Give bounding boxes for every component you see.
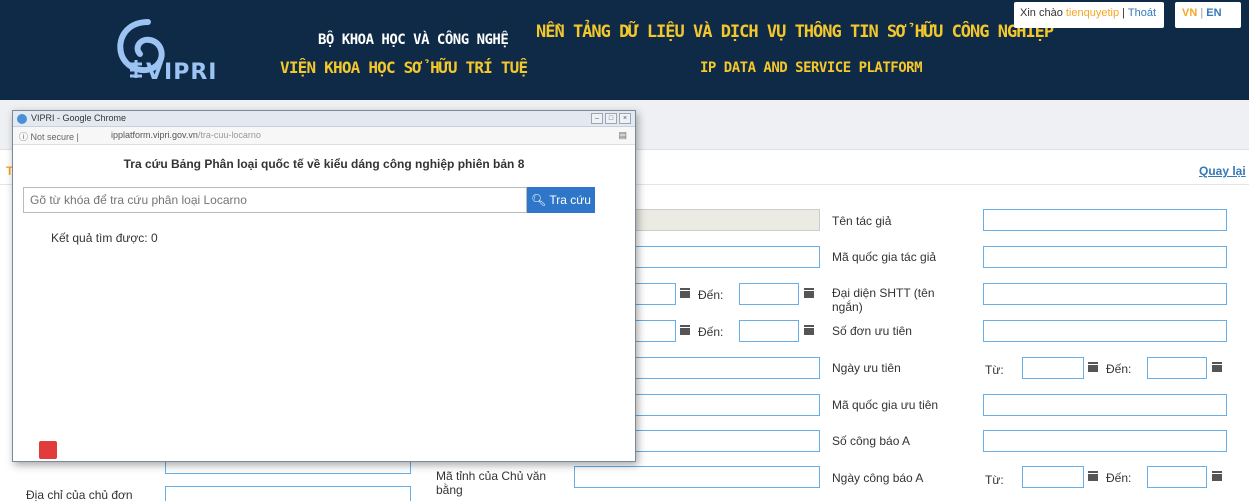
- den-label: Đến:: [698, 325, 724, 339]
- author-country-label: Mã quốc gia tác giả: [832, 250, 937, 264]
- middle-field-5[interactable]: [620, 430, 820, 452]
- author-name-input[interactable]: [983, 209, 1227, 231]
- middle-field-3[interactable]: [620, 357, 820, 379]
- calendar-icon[interactable]: [1212, 362, 1222, 372]
- owner-province-label: Mã tỉnh của Chủ văn bằng: [436, 469, 547, 497]
- popup-titlebar[interactable]: VIPRI - Google Chrome – □ ×: [13, 111, 635, 127]
- lang-en-link[interactable]: EN: [1206, 7, 1221, 19]
- close-button[interactable]: ×: [619, 113, 631, 124]
- den-label: Đến:: [1106, 471, 1132, 485]
- middle-field-2[interactable]: [620, 246, 820, 268]
- search-button[interactable]: 🔍︎ Tra cứu: [527, 187, 595, 213]
- calendar-icon[interactable]: [804, 288, 814, 298]
- owner-province-input[interactable]: [574, 466, 820, 488]
- calendar-icon[interactable]: [804, 325, 814, 335]
- calendar-icon[interactable]: [1088, 362, 1098, 372]
- not-secure-indicator[interactable]: ⓘ Not secure |: [19, 130, 79, 143]
- search-icon: 🔍︎: [531, 193, 547, 207]
- user-greeting: Xin chào tienquyetip | Thoát: [1014, 2, 1164, 28]
- lang-separator: |: [1200, 7, 1204, 19]
- priority-date-to[interactable]: [1147, 357, 1207, 379]
- lang-vn-link[interactable]: VN: [1182, 7, 1197, 19]
- tu-label: Từ:: [985, 363, 1004, 377]
- address-bar[interactable]: ⓘ Not secure | ipplatform.vipri.gov.vn/t…: [13, 127, 635, 145]
- language-switcher: VN | EN: [1175, 2, 1241, 28]
- calendar-icon[interactable]: [1212, 471, 1222, 481]
- username-link[interactable]: tienquyetip: [1066, 7, 1119, 19]
- priority-date-label: Ngày ưu tiên: [832, 361, 901, 375]
- middle-field-4[interactable]: [620, 394, 820, 416]
- url-text: ipplatform.vipri.gov.vn/tra-cuu-locarno: [111, 130, 261, 140]
- owner-address-input[interactable]: [165, 486, 411, 501]
- den-label: Đến:: [698, 288, 724, 302]
- translate-icon[interactable]: ▤: [618, 130, 627, 141]
- agent-input[interactable]: [983, 283, 1227, 305]
- window-controls: – □ ×: [591, 113, 631, 124]
- url-host: ipplatform.vipri.gov.vn: [111, 130, 198, 140]
- back-link[interactable]: Quay lại: [1199, 164, 1246, 178]
- maximize-button[interactable]: □: [605, 113, 617, 124]
- search-button-label: Tra cứu: [549, 193, 591, 207]
- popup-window-title: VIPRI - Google Chrome: [31, 113, 127, 123]
- page: VIPRI BỘ KHOA HỌC VÀ CÔNG NGHỆ VIỆN KHOA…: [0, 0, 1249, 501]
- url-path: /tra-cuu-locarno: [197, 130, 261, 140]
- popup-heading: Tra cứu Bảng Phân loại quốc tế về kiểu d…: [123, 157, 525, 171]
- priority-no-input[interactable]: [983, 320, 1227, 342]
- priority-country-input[interactable]: [983, 394, 1227, 416]
- owner-address-label: Địa chỉ của chủ đơn: [26, 488, 133, 501]
- agent-label: Đại diện SHTT (tên ngắn): [832, 286, 935, 314]
- gazette-a-no-input[interactable]: [983, 430, 1227, 452]
- platform-subtitle: IP DATA AND SERVICE PLATFORM: [700, 60, 923, 76]
- gazette-a-date-label: Ngày công báo A: [832, 471, 924, 485]
- calendar-icon[interactable]: [680, 325, 690, 335]
- author-country-input[interactable]: [983, 246, 1227, 268]
- locarno-search-input[interactable]: [23, 187, 527, 213]
- vipri-logo[interactable]: VIPRI: [108, 16, 228, 86]
- chrome-icon: [17, 114, 27, 124]
- greeting-separator: |: [1122, 7, 1126, 19]
- platform-title: NỀN TẢNG DỮ LIỆU VÀ DỊCH VỤ THÔNG TIN SỞ…: [536, 22, 1054, 42]
- site-header: VIPRI BỘ KHOA HỌC VÀ CÔNG NGHỆ VIỆN KHOA…: [0, 0, 1249, 100]
- result-count: Kết quả tìm được: 0: [51, 231, 158, 245]
- priority-date-from[interactable]: [1022, 357, 1084, 379]
- app-corner-icon[interactable]: [39, 441, 57, 459]
- minimize-button[interactable]: –: [591, 113, 603, 124]
- calendar-icon[interactable]: [1088, 471, 1098, 481]
- ministry-title: BỘ KHOA HỌC VÀ CÔNG NGHỆ: [318, 32, 509, 48]
- gazette-a-no-label: Số công báo A: [832, 434, 911, 448]
- priority-country-label: Mã quốc gia ưu tiên: [832, 398, 939, 412]
- logo-text: VIPRI: [146, 60, 218, 85]
- institute-title: VIỆN KHOA HỌC SỞ HỮU TRÍ TUỆ: [280, 58, 528, 77]
- priority-no-label: Số đơn ưu tiên: [832, 324, 912, 338]
- den-label: Đến:: [1106, 362, 1132, 376]
- tu-label: Từ:: [985, 473, 1004, 487]
- not-secure-text: Not secure: [30, 132, 75, 142]
- calendar-icon[interactable]: [680, 288, 690, 298]
- middle-date-to-2[interactable]: [739, 320, 799, 342]
- author-name-label: Tên tác giả: [832, 214, 892, 228]
- greeting-text: Xin chào: [1020, 7, 1063, 19]
- logout-link[interactable]: Thoát: [1128, 7, 1156, 19]
- gazette-a-date-from[interactable]: [1022, 466, 1084, 488]
- gazette-a-date-to[interactable]: [1147, 466, 1207, 488]
- middle-date-to-1[interactable]: [739, 283, 799, 305]
- locarno-popup-window: VIPRI - Google Chrome – □ × ⓘ Not secure…: [12, 110, 636, 462]
- middle-field-1: [620, 209, 820, 231]
